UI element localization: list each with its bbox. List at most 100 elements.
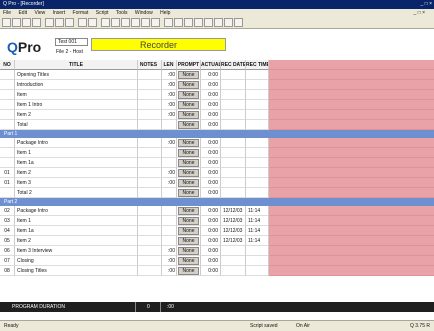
cell-actual: 0:00	[201, 206, 221, 216]
toolbar-undo-icon[interactable]	[88, 18, 97, 27]
toolbar-redo-icon[interactable]	[101, 18, 110, 27]
section-header[interactable]: Part 2	[0, 198, 434, 206]
table-row[interactable]: Item:00 0:00 None	[0, 90, 434, 100]
toolbar-find-icon[interactable]	[78, 18, 87, 27]
prompt-button[interactable]: None	[178, 217, 199, 225]
table-row[interactable]: 01 Item 3:00 0:00 None	[0, 178, 434, 188]
prompt-button[interactable]: None	[178, 139, 199, 147]
cell-title[interactable]: Opening Titles	[15, 70, 138, 80]
menu-insert[interactable]: Insert	[53, 10, 66, 16]
prompt-button[interactable]: None	[178, 149, 199, 157]
toolbar-grid-icon[interactable]	[164, 18, 173, 27]
prompt-button[interactable]: None	[178, 159, 199, 167]
toolbar-left-icon[interactable]	[131, 18, 140, 27]
col-rec-date[interactable]: REC DATE	[221, 60, 246, 70]
cell-title[interactable]: Item 1	[15, 216, 138, 226]
toolbar-italic-icon[interactable]	[121, 18, 130, 27]
toolbar-zoom-icon[interactable]	[234, 18, 243, 27]
toolbar-open-icon[interactable]	[12, 18, 21, 27]
prompt-button[interactable]: None	[178, 179, 199, 187]
table-row[interactable]: Item 1 0:00 None	[0, 148, 434, 158]
cell-title[interactable]: Closing Titles	[15, 266, 138, 276]
test-selector[interactable]: Test 001	[55, 38, 88, 46]
prompt-button[interactable]: None	[178, 207, 199, 215]
table-row[interactable]: 03 Item 1 0:00 12/12/03 11:14 None	[0, 216, 434, 226]
toolbar-stop-icon[interactable]	[214, 18, 223, 27]
toolbar-bold-icon[interactable]	[111, 18, 120, 27]
col-no[interactable]: NO	[0, 60, 15, 70]
prompt-button[interactable]: None	[178, 169, 199, 177]
menu-edit[interactable]: Edit	[18, 10, 27, 16]
toolbar-record-icon[interactable]	[204, 18, 213, 27]
toolbar-copy-icon[interactable]	[55, 18, 64, 27]
menu-file[interactable]: File	[3, 10, 11, 16]
toolbar-paste-icon[interactable]	[65, 18, 74, 27]
col-prompt[interactable]: PROMPT	[177, 60, 201, 70]
toolbar-cut-icon[interactable]	[45, 18, 54, 27]
cell-title[interactable]: Item	[15, 90, 138, 100]
cell-title[interactable]: Package Intro	[15, 138, 138, 148]
cell-title[interactable]: Item 2	[15, 236, 138, 246]
table-row[interactable]: 06 Item 3 Interview:00 0:00 None	[0, 246, 434, 256]
prompt-button[interactable]: None	[178, 101, 199, 109]
table-row[interactable]: Opening Titles:00 0:00 None	[0, 70, 434, 80]
toolbar-play-icon[interactable]	[224, 18, 233, 27]
prompt-button[interactable]: None	[178, 91, 199, 99]
prompt-button[interactable]: None	[178, 237, 199, 245]
col-notes[interactable]: NOTES	[138, 60, 162, 70]
table-row[interactable]: Item 1a 0:00 None	[0, 158, 434, 168]
col-len[interactable]: LEN	[162, 60, 177, 70]
prompt-button[interactable]: None	[178, 121, 199, 129]
table-row[interactable]: Package Intro:00 0:00 None	[0, 138, 434, 148]
toolbar-save-icon[interactable]	[22, 18, 31, 27]
cell-title[interactable]: Item 2	[15, 168, 138, 178]
prompt-button[interactable]: None	[178, 247, 199, 255]
toolbar-delete-icon[interactable]	[194, 18, 203, 27]
cell-title[interactable]: Item 2	[15, 110, 138, 120]
toolbar-center-icon[interactable]	[141, 18, 150, 27]
cell-title[interactable]: Item 1a	[15, 158, 138, 168]
table-row[interactable]: 07 Closing:00 0:00 None	[0, 256, 434, 266]
toolbar-right-icon[interactable]	[151, 18, 160, 27]
toolbar-print-icon[interactable]	[32, 18, 41, 27]
mdi-controls[interactable]: _ □ ×	[414, 9, 426, 17]
prompt-button[interactable]: None	[178, 111, 199, 119]
cell-title[interactable]: Item 3 Interview	[15, 246, 138, 256]
menu-tools[interactable]: Tools	[116, 10, 128, 16]
toolbar-new-icon[interactable]	[2, 18, 11, 27]
toolbar-table-icon[interactable]	[174, 18, 183, 27]
cell-title[interactable]: Item 1a	[15, 226, 138, 236]
cell-title[interactable]: Item 1 Intro	[15, 100, 138, 110]
table-row[interactable]: Item 1 Intro:00 0:00 None	[0, 100, 434, 110]
prompt-button[interactable]: None	[178, 267, 199, 275]
menu-help[interactable]: Help	[160, 10, 170, 16]
col-actual[interactable]: ACTUAL	[201, 60, 221, 70]
prompt-button[interactable]: None	[178, 81, 199, 89]
prompt-button[interactable]: None	[178, 189, 199, 197]
prompt-button[interactable]: None	[178, 71, 199, 79]
cell-title[interactable]: Package Intro	[15, 206, 138, 216]
prompt-button[interactable]: None	[178, 257, 199, 265]
cell-title[interactable]: Closing	[15, 256, 138, 266]
table-row[interactable]: 04 Item 1a 0:00 12/12/03 11:14 None	[0, 226, 434, 236]
cell-actual: 0:00	[201, 226, 221, 236]
toolbar-insert-icon[interactable]	[184, 18, 193, 27]
col-title[interactable]: TITLE	[15, 60, 138, 70]
menu-script[interactable]: Script	[96, 10, 109, 16]
table-row[interactable]: 01 Item 2:00 0:00 None	[0, 168, 434, 178]
table-row[interactable]: 08 Closing Titles:00 0:00 None	[0, 266, 434, 276]
table-row[interactable]: 02 Package Intro 0:00 12/12/03 11:14 None	[0, 206, 434, 216]
prompt-button[interactable]: None	[178, 227, 199, 235]
cell-title[interactable]: Introduction	[15, 80, 138, 90]
cell-title[interactable]: Item 1	[15, 148, 138, 158]
menu-format[interactable]: Format	[73, 10, 89, 16]
section-header[interactable]: Part 1	[0, 130, 434, 138]
table-row[interactable]: 05 Item 2 0:00 12/12/03 11:14 None	[0, 236, 434, 246]
cell-title[interactable]: Item 3	[15, 178, 138, 188]
window-controls[interactable]: _ □ ×	[421, 0, 433, 9]
table-row[interactable]: Introduction:00 0:00 None	[0, 80, 434, 90]
col-rec-time[interactable]: REC TIME	[246, 60, 269, 70]
menu-view[interactable]: View	[34, 10, 45, 16]
table-row[interactable]: Item 2:00 0:00 None	[0, 110, 434, 120]
menu-window[interactable]: Window	[135, 10, 153, 16]
